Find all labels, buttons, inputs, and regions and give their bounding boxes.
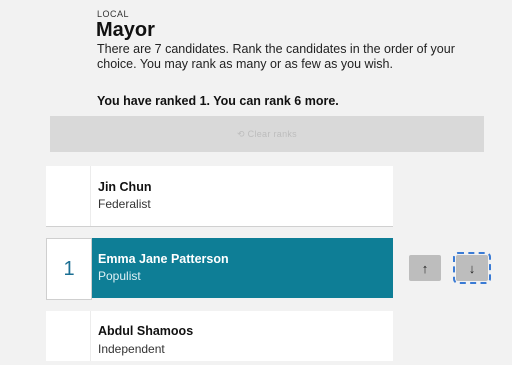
candidate-party: Federalist (98, 197, 151, 211)
ballot-contest-panel: LOCAL Mayor There are 7 candidates. Rank… (0, 0, 512, 365)
arrow-up-icon: ↑ (421, 260, 429, 276)
candidate-emma-jane-patterson[interactable]: 1 Emma Jane Patterson Populist (46, 238, 393, 300)
rank-box[interactable] (46, 166, 91, 226)
candidate-abdul-shamoos[interactable]: Abdul Shamoos Independent (46, 311, 393, 361)
candidate-name: Jin Chun (98, 180, 152, 194)
move-up-button[interactable]: ↑ (409, 255, 441, 281)
rank-box[interactable] (46, 311, 91, 361)
candidate-name: Abdul Shamoos (98, 324, 194, 338)
clear-ranks-button[interactable]: ⟲ Clear ranks (50, 116, 484, 152)
move-down-button[interactable]: ↓ (453, 252, 491, 284)
clear-ranks-label: ⟲ Clear ranks (237, 128, 297, 139)
contest-title: Mayor (96, 19, 155, 41)
arrow-down-icon: ↓ (468, 260, 476, 276)
candidate-party: Populist (98, 269, 141, 283)
contest-kind: LOCAL (97, 9, 130, 19)
rank-box[interactable]: 1 (46, 238, 92, 300)
rank-status: You have ranked 1. You can rank 6 more. (97, 94, 339, 108)
contest-instructions: There are 7 candidates. Rank the candida… (97, 42, 455, 71)
candidate-party: Independent (98, 342, 165, 356)
candidate-name: Emma Jane Patterson (98, 252, 229, 266)
candidate-jin-chun[interactable]: Jin Chun Federalist (46, 166, 393, 227)
